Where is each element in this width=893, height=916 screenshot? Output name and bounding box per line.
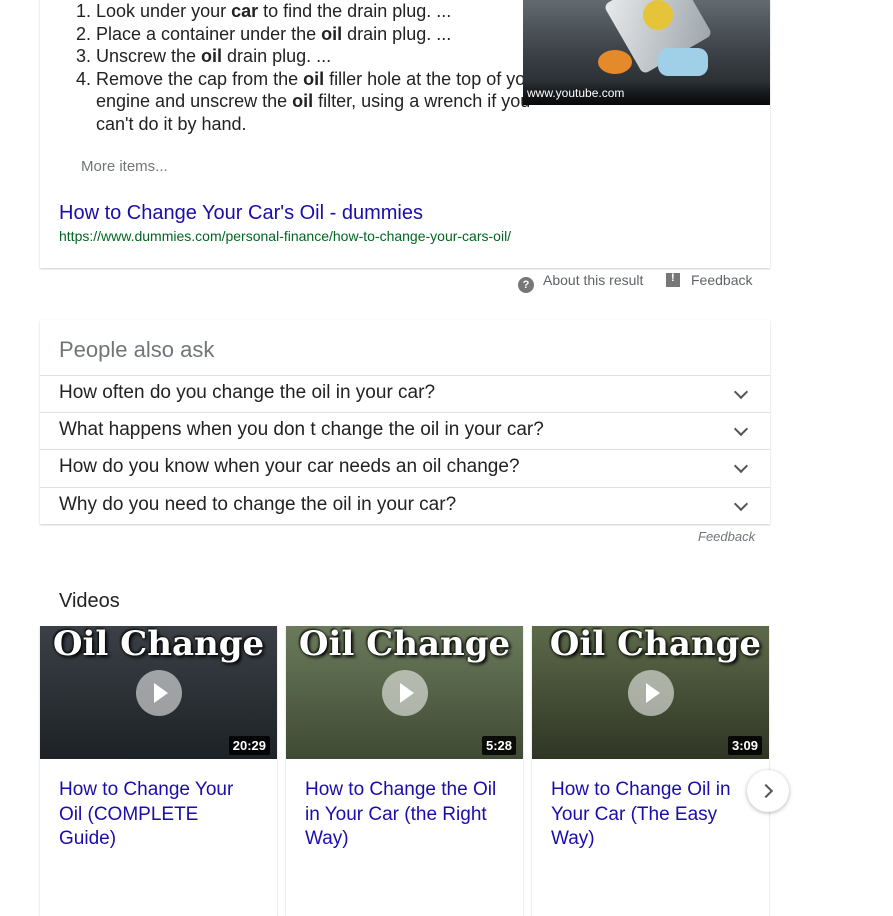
step-text: Unscrew the [96,46,202,66]
chevron-down-icon [733,458,749,474]
paa-question: How often do you change the oil in your … [59,382,436,403]
step-keyword: oil [321,23,343,44]
step-text: to find the drain plug. ... [258,1,452,21]
video-duration: 20:29 [228,736,270,755]
about-result-label: About this result [543,272,644,288]
paa-question-row[interactable]: Why do you need to change the oil in you… [40,487,770,525]
step-text: drain plug. ... [342,23,452,44]
video-duration: 3:09 [727,736,762,755]
feedback-button[interactable]: Feedback [666,272,752,292]
step-item: Unscrew the oil drain plug. ... [96,45,546,68]
result-url: https://www.dummies.com/personal-finance… [59,228,512,244]
play-icon [382,670,428,716]
people-also-ask-card: People also ask How often do you change … [40,320,770,524]
thumbnail-detail [598,50,632,74]
video-duration: 5:28 [481,736,516,755]
step-text: Look under your [96,1,232,21]
video-thumbnail[interactable]: Oil Change 3:09 [532,626,769,759]
chevron-down-icon [733,384,749,400]
thumbnail-detail [643,0,673,30]
paa-question: What happens when you don t change the o… [59,419,544,440]
paa-question-row[interactable]: How do you know when your car needs an o… [40,449,770,487]
videos-section-title: Videos [59,590,120,612]
steps-list: Look under your car to find the drain pl… [55,0,546,135]
video-card[interactable]: Oil Change 20:29 How to Change Your Oil … [40,626,277,916]
step-item: Place a container under the oil drain pl… [96,23,546,46]
step-text: Place a container under the [96,23,322,44]
next-videos-button[interactable] [747,770,789,812]
step-item: Remove the cap from the oil filler hole … [96,68,546,136]
snippet-video-thumbnail[interactable]: www.youtube.com [523,0,770,105]
paa-question: How do you know when your car needs an o… [59,456,520,477]
help-icon: ? [518,277,534,293]
featured-snippet-card: Look under your car to find the drain pl… [40,0,770,268]
step-keyword: car [231,1,259,21]
paa-feedback-link[interactable]: Feedback [698,529,755,544]
paa-question-row[interactable]: How often do you change the oil in your … [40,375,770,413]
video-thumbnail[interactable]: Oil Change 5:28 [286,626,523,759]
video-thumbnail[interactable]: Oil Change 20:29 [40,626,277,759]
chevron-down-icon [733,496,749,512]
image-source-overlay: www.youtube.com [523,81,770,105]
result-title-link[interactable]: How to Change Your Car's Oil - dummies [59,202,423,225]
play-icon [136,670,182,716]
step-keyword: oil [292,91,314,111]
paa-question-row[interactable]: What happens when you don t change the o… [40,412,770,450]
video-card[interactable]: Oil Change 5:28 How to Change the Oil in… [286,626,523,916]
step-item: Look under your car to find the drain pl… [96,0,546,23]
thumbnail-text: Oil Change [298,626,511,664]
thumbnail-text: Oil Change [52,626,265,664]
feedback-flag-icon [666,272,680,287]
video-card[interactable]: Oil Change 3:09 How to Change Oil in You… [532,626,769,916]
more-items-link[interactable]: More items... [81,158,168,175]
step-text: Remove the cap from the [96,68,304,89]
thumbnail-detail [658,48,708,76]
paa-question: Why do you need to change the oil in you… [59,494,457,515]
thumbnail-text: Oil Change [549,626,761,664]
about-this-result-button[interactable]: ? About this result [518,272,644,293]
video-title-link[interactable]: How to Change Oil in Your Car (The Easy … [551,778,751,852]
chevron-down-icon [733,421,749,437]
step-keyword: oil [303,68,325,89]
play-icon [628,670,674,716]
video-title-link[interactable]: How to Change Your Oil (COMPLETE Guide) [59,778,259,852]
image-source-label: www.youtube.com [527,86,625,100]
feedback-label: Feedback [691,272,753,288]
step-text: drain plug. ... [222,46,332,66]
video-title-link[interactable]: How to Change the Oil in Your Car (the R… [305,778,505,852]
step-keyword: oil [201,46,223,66]
people-also-ask-title: People also ask [59,337,215,362]
